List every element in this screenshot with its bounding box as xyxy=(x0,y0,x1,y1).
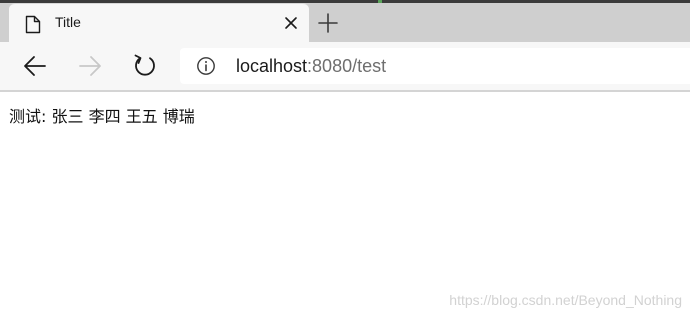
arrow-left-icon[interactable] xyxy=(21,52,49,80)
watermark: https://blog.csdn.net/Beyond_Nothing xyxy=(449,292,682,308)
info-icon[interactable] xyxy=(196,56,216,76)
page-content-text: 测试: 张三 李四 王五 博瑞 xyxy=(9,107,195,126)
url-path: :8080/test xyxy=(307,56,387,76)
browser-toolbar: localhost:8080/test xyxy=(0,42,690,90)
page-icon xyxy=(25,15,41,34)
refresh-icon[interactable] xyxy=(131,52,159,80)
close-icon[interactable] xyxy=(281,13,301,33)
tab-title: Title xyxy=(55,14,81,30)
address-bar[interactable]: localhost:8080/test xyxy=(180,48,690,84)
toolbar-divider xyxy=(0,90,690,92)
tab-bar: Title xyxy=(0,3,690,42)
plus-icon[interactable] xyxy=(315,10,341,36)
arrow-right-icon[interactable] xyxy=(76,52,104,80)
browser-tab[interactable]: Title xyxy=(9,3,309,42)
url-host: localhost xyxy=(236,56,308,76)
url-field[interactable]: localhost:8080/test xyxy=(236,55,386,77)
